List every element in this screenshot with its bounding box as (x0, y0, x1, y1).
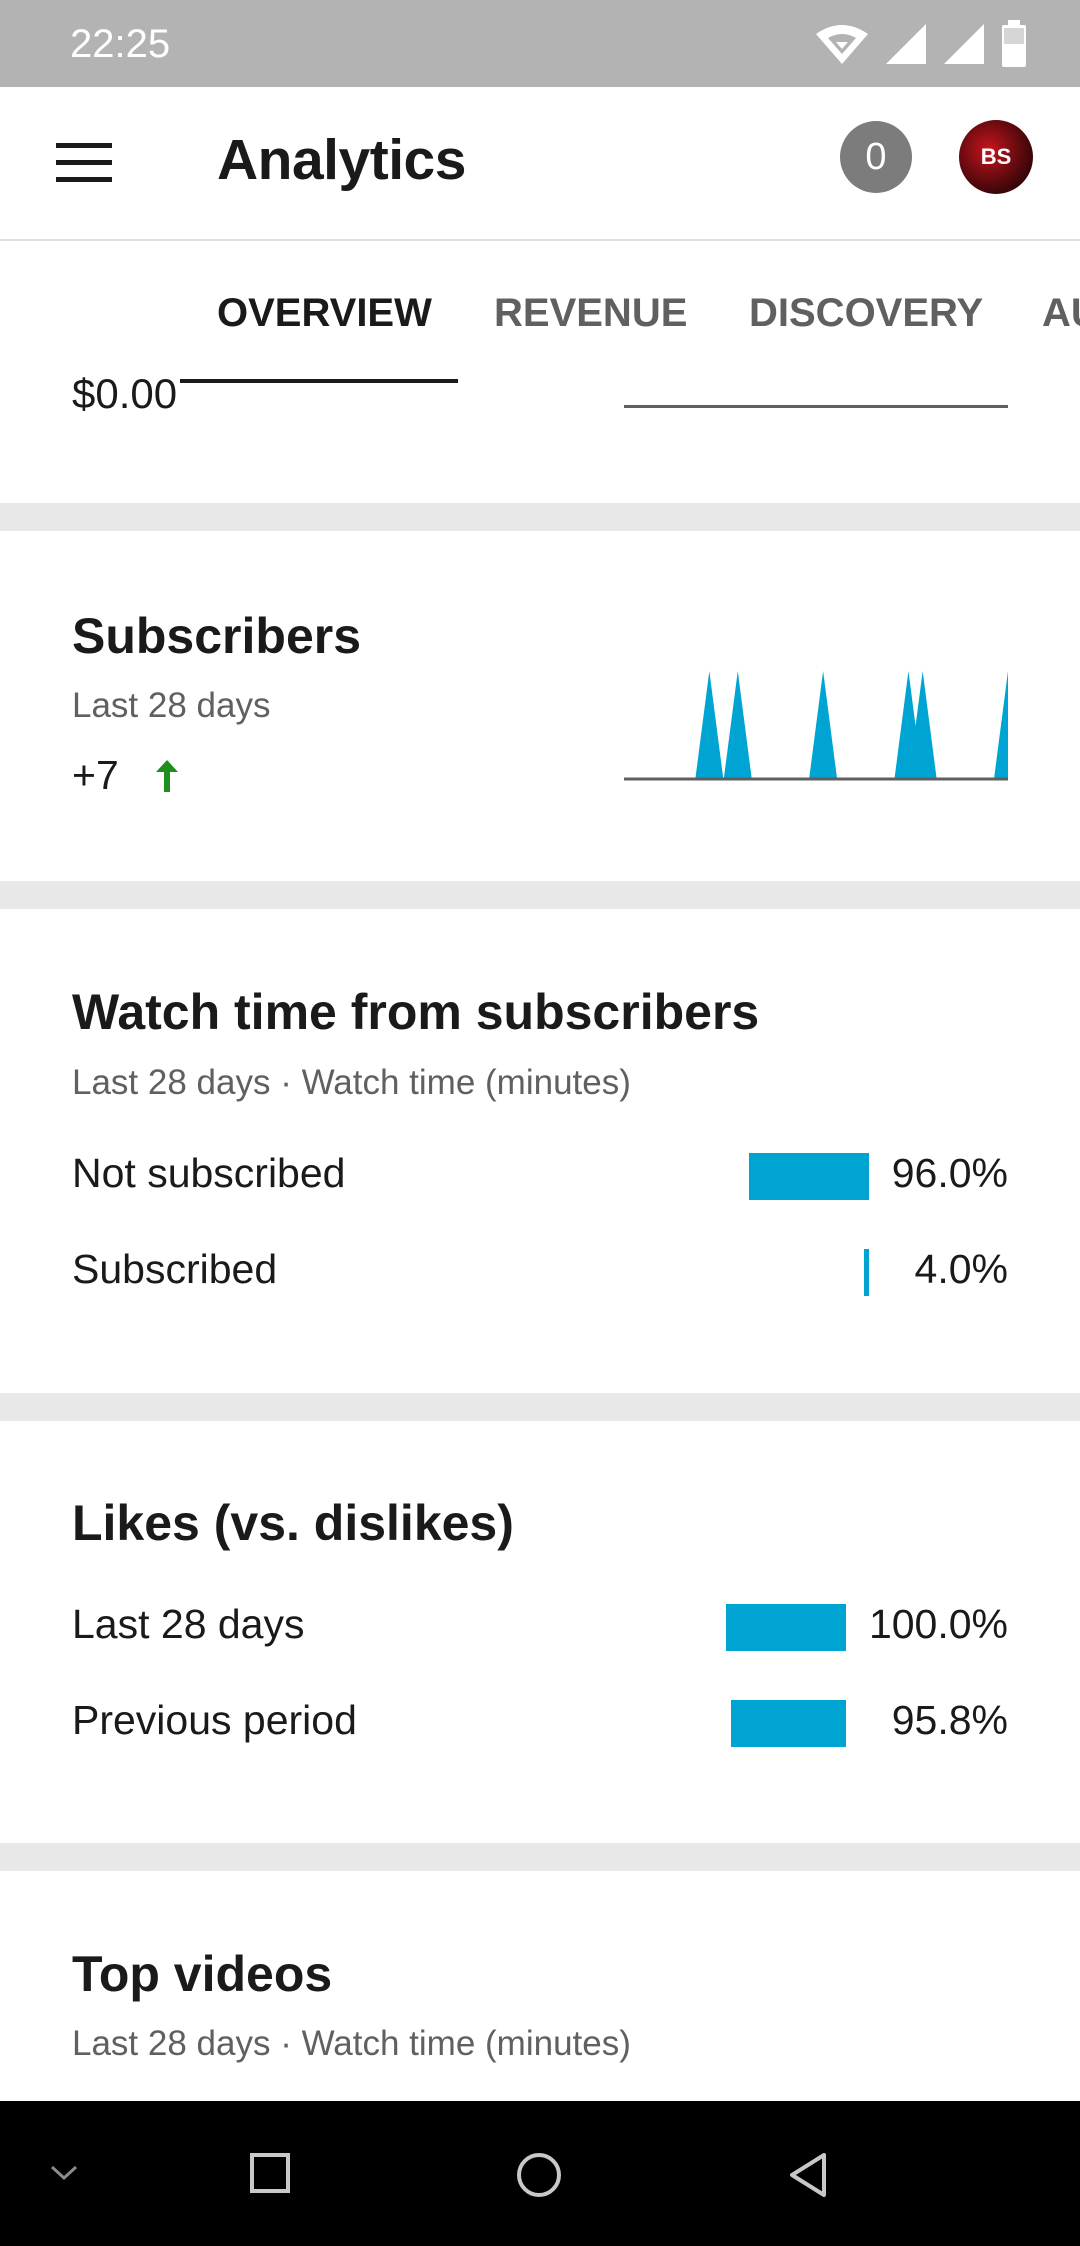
top-videos-subtitle: Last 28 days · Watch time (minutes) (72, 2024, 631, 2063)
recents-icon[interactable] (249, 2152, 291, 2194)
likes-title: Likes (vs. dislikes) (72, 1495, 514, 1551)
notification-badge[interactable]: 0 (840, 121, 912, 193)
likes-row-bar (726, 1604, 846, 1651)
likes-row-label: Previous period (72, 1697, 357, 1743)
revenue-chart-baseline (624, 405, 1008, 408)
revenue-value: $0.00 (72, 370, 178, 417)
top-videos-title: Top videos (72, 1946, 333, 2002)
likes-row-label: Last 28 days (72, 1601, 305, 1647)
likes-row-value: 95.8% (891, 1697, 1008, 1743)
tab-overview[interactable]: OVERVIEW (217, 291, 432, 336)
wifi-icon (816, 25, 868, 64)
watch-row-bar (749, 1153, 869, 1200)
status-time: 22:25 (70, 22, 171, 66)
page-title: Analytics (217, 128, 466, 192)
tab-audience[interactable]: AU (1042, 291, 1080, 336)
subscribers-chart (624, 671, 1008, 781)
watch-row-label: Subscribed (72, 1246, 278, 1292)
tab-bar: OVERVIEW REVENUE DISCOVERY AU (0, 241, 1080, 383)
status-bar: 22:25 (0, 0, 1080, 87)
subscribers-change: +7 (72, 752, 119, 798)
tab-revenue[interactable]: REVENUE (494, 291, 687, 336)
watch-time-title: Watch time from subscribers (72, 984, 760, 1040)
avatar[interactable]: BS (959, 120, 1033, 194)
watch-time-subtitle: Last 28 days · Watch time (minutes) (72, 1063, 631, 1102)
back-icon[interactable] (786, 2151, 830, 2199)
menu-icon[interactable] (56, 133, 112, 193)
card-divider (0, 881, 1080, 909)
watch-row-value: 4.0% (914, 1246, 1008, 1292)
watch-row-value: 96.0% (891, 1150, 1008, 1196)
tab-discovery[interactable]: DISCOVERY (749, 291, 983, 336)
likes-row-value: 100.0% (868, 1601, 1008, 1647)
subscribers-chart-spike (723, 671, 752, 779)
subscribers-chart-spike (994, 671, 1008, 779)
subscribers-chart-spike (695, 671, 724, 779)
chevron-down-icon[interactable] (48, 2161, 80, 2183)
app-bar: Analytics 0 BS (0, 87, 1080, 241)
arrow-up-icon (156, 760, 178, 792)
card-divider (0, 1843, 1080, 1871)
system-nav-bar (0, 2101, 1080, 2246)
battery-icon (1002, 20, 1026, 67)
subscribers-title: Subscribers (72, 608, 362, 664)
card-divider (0, 503, 1080, 531)
card-divider (0, 1393, 1080, 1421)
watch-row-bar (864, 1249, 869, 1296)
status-icons (814, 20, 1028, 68)
signal-icon (886, 24, 926, 64)
home-icon[interactable] (515, 2151, 563, 2199)
tab-indicator (180, 379, 458, 383)
subscribers-chart-spike (809, 671, 838, 779)
subscribers-period: Last 28 days (72, 686, 271, 725)
likes-row-bar (731, 1700, 846, 1747)
signal-icon-2 (944, 24, 984, 64)
watch-row-label: Not subscribed (72, 1150, 346, 1196)
